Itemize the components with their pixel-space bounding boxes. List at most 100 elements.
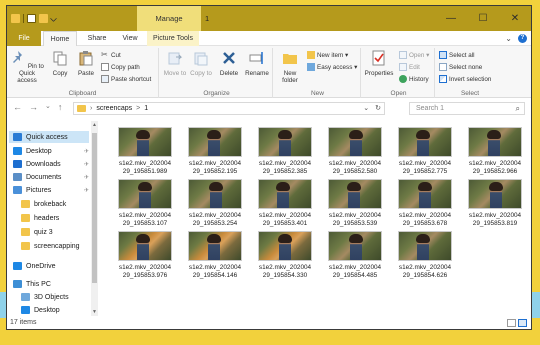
select-none-label: Select none: [449, 63, 483, 71]
refresh-icon[interactable]: ↻: [375, 103, 381, 114]
tab-home[interactable]: Home: [43, 31, 77, 46]
scroll-thumb[interactable]: [92, 133, 97, 283]
manage-context-tab[interactable]: Manage: [137, 6, 201, 31]
file-item[interactable]: s1e2.mkv_202004 29_195854.485: [322, 231, 388, 280]
nav-item[interactable]: Downloads ✈: [9, 158, 89, 170]
folder-icon: [77, 105, 86, 112]
forward-arrow-icon[interactable]: →: [29, 102, 38, 112]
new-folder-button[interactable]: New folder: [277, 50, 303, 84]
file-item[interactable]: s1e2.mkv_202004 29_195854.146: [182, 231, 248, 280]
maximize-button[interactable]: ☐: [467, 6, 499, 31]
nav-item[interactable]: Desktop ✈: [9, 145, 89, 157]
move-to-button[interactable]: Move to: [163, 50, 187, 77]
back-arrow-icon[interactable]: ←: [13, 102, 22, 112]
new-folder-qa-icon[interactable]: [39, 14, 48, 23]
thumbnail-figure-hair: [136, 234, 150, 243]
file-item[interactable]: s1e2.mkv_202004 29_195853.254: [182, 179, 248, 228]
star-icon: [13, 133, 22, 141]
file-item[interactable]: s1e2.mkv_202004 29_195854.330: [252, 231, 318, 280]
expand-ribbon-icon[interactable]: ⌄: [505, 34, 512, 43]
file-item[interactable]: s1e2.mkv_202004 29_195853.976: [112, 231, 178, 280]
nav-item[interactable]: This PC: [9, 278, 89, 290]
up-arrow-icon[interactable]: ↑: [58, 102, 63, 112]
file-name-line: 29_195853.976: [122, 272, 168, 279]
file-item[interactable]: s1e2.mkv_202004 29_195852.966: [462, 127, 528, 176]
paste-shortcut-button[interactable]: Paste shortcut: [101, 75, 151, 83]
breadcrumb-separator[interactable]: ›: [90, 105, 92, 112]
file-item[interactable]: s1e2.mkv_202004 29_195852.195: [182, 127, 248, 176]
close-button[interactable]: ✕: [499, 6, 531, 31]
details-view-icon[interactable]: [507, 319, 516, 327]
nav-item[interactable]: headers: [9, 212, 89, 224]
scroll-down-icon[interactable]: ▼: [91, 309, 98, 315]
nav-item[interactable]: screencapping: [9, 240, 89, 252]
tab-share[interactable]: Share: [83, 31, 111, 46]
rename-button[interactable]: Rename: [243, 50, 271, 77]
file-item[interactable]: s1e2.mkv_202004 29_195854.626: [392, 231, 458, 280]
tab-file[interactable]: File: [7, 31, 41, 46]
file-name-line: s1e2.mkv_202004: [188, 264, 242, 271]
nav-item[interactable]: Documents ✈: [9, 171, 89, 183]
file-item[interactable]: s1e2.mkv_202004 29_195851.989: [112, 127, 178, 176]
breadcrumb-current[interactable]: 1: [144, 105, 148, 112]
search-input[interactable]: Search 1 ⌕: [409, 102, 525, 115]
address-field[interactable]: › screencaps > 1 ⌄ ↻: [73, 102, 385, 115]
help-icon[interactable]: ?: [518, 34, 527, 43]
address-dropdown-icon[interactable]: ⌄: [363, 103, 369, 114]
address-bar-row: ← → ⌄ ↑ › screencaps > 1 ⌄ ↻ Search 1 ⌕: [7, 98, 531, 118]
easy-access-button[interactable]: Easy access ▾: [307, 63, 357, 71]
nav-item-label: Desktop: [34, 306, 60, 314]
file-item[interactable]: s1e2.mkv_202004 29_195853.539: [322, 179, 388, 228]
paste-shortcut-label: Paste shortcut: [111, 75, 152, 83]
scroll-up-icon[interactable]: ▲: [91, 122, 98, 128]
nav-scrollbar[interactable]: ▲ ▼: [91, 121, 98, 316]
paste-button[interactable]: Paste: [75, 50, 97, 77]
nav-item[interactable]: Quick access: [9, 131, 89, 143]
invert-selection-button[interactable]: Invert selection: [439, 75, 491, 83]
desktop-icon: [21, 306, 30, 314]
file-item[interactable]: s1e2.mkv_202004 29_195853.401: [252, 179, 318, 228]
nav-item[interactable]: quiz 3: [9, 226, 89, 238]
breadcrumb-screencaps[interactable]: screencaps: [96, 105, 132, 112]
file-item[interactable]: s1e2.mkv_202004 29_195853.819: [462, 179, 528, 228]
nav-item[interactable]: 3D Objects: [9, 291, 89, 303]
edit-icon: [399, 63, 407, 71]
copy-button[interactable]: Copy: [49, 50, 71, 77]
nav-item[interactable]: Desktop: [9, 304, 89, 316]
navigation-pane: Quick access Desktop ✈ Downloads ✈ Documents ✈…: [7, 121, 99, 316]
copy-to-button[interactable]: Copy to: [189, 50, 213, 77]
large-icons-view-icon[interactable]: [518, 319, 527, 327]
file-item[interactable]: s1e2.mkv_202004 29_195852.385: [252, 127, 318, 176]
nav-item[interactable]: Pictures ✈: [9, 184, 89, 196]
properties-button[interactable]: Properties: [363, 50, 395, 77]
delete-button[interactable]: Delete: [217, 50, 241, 77]
select-none-button[interactable]: Select none: [439, 63, 482, 71]
select-all-button[interactable]: Select all: [439, 51, 475, 59]
copy-path-button[interactable]: Copy path: [101, 63, 140, 71]
tab-picture-tools[interactable]: Picture Tools: [147, 31, 199, 46]
nav-item[interactable]: brokeback: [9, 198, 89, 210]
pin-quick-access-button[interactable]: Pin to Quick access: [9, 50, 45, 84]
copy-path-label: Copy path: [111, 63, 140, 71]
file-item[interactable]: s1e2.mkv_202004 29_195852.775: [392, 127, 458, 176]
image-thumbnail: [258, 127, 312, 157]
new-item-button[interactable]: New item ▾: [307, 51, 348, 59]
customize-qa-icon[interactable]: [49, 14, 58, 23]
history-button[interactable]: History: [399, 75, 429, 83]
image-thumbnail: [258, 179, 312, 209]
properties-qa-icon[interactable]: [27, 14, 36, 23]
file-item[interactable]: s1e2.mkv_202004 29_195853.678: [392, 179, 458, 228]
search-icon[interactable]: ⌕: [516, 103, 520, 114]
edit-button[interactable]: Edit: [399, 63, 420, 71]
minimize-button[interactable]: —: [435, 6, 467, 31]
file-item[interactable]: s1e2.mkv_202004 29_195852.580: [322, 127, 388, 176]
cut-button[interactable]: ✂ Cut: [101, 51, 121, 59]
documents-icon: [13, 173, 22, 181]
file-name-line: 29_195852.580: [332, 168, 378, 175]
tab-view[interactable]: View: [117, 31, 143, 46]
nav-item[interactable]: OneDrive: [9, 260, 89, 272]
file-item[interactable]: s1e2.mkv_202004 29_195853.107: [112, 179, 178, 228]
recent-locations-icon[interactable]: ⌄: [45, 102, 51, 112]
file-name-line: s1e2.mkv_202004: [188, 212, 242, 219]
open-button[interactable]: Open ▾: [399, 51, 429, 59]
